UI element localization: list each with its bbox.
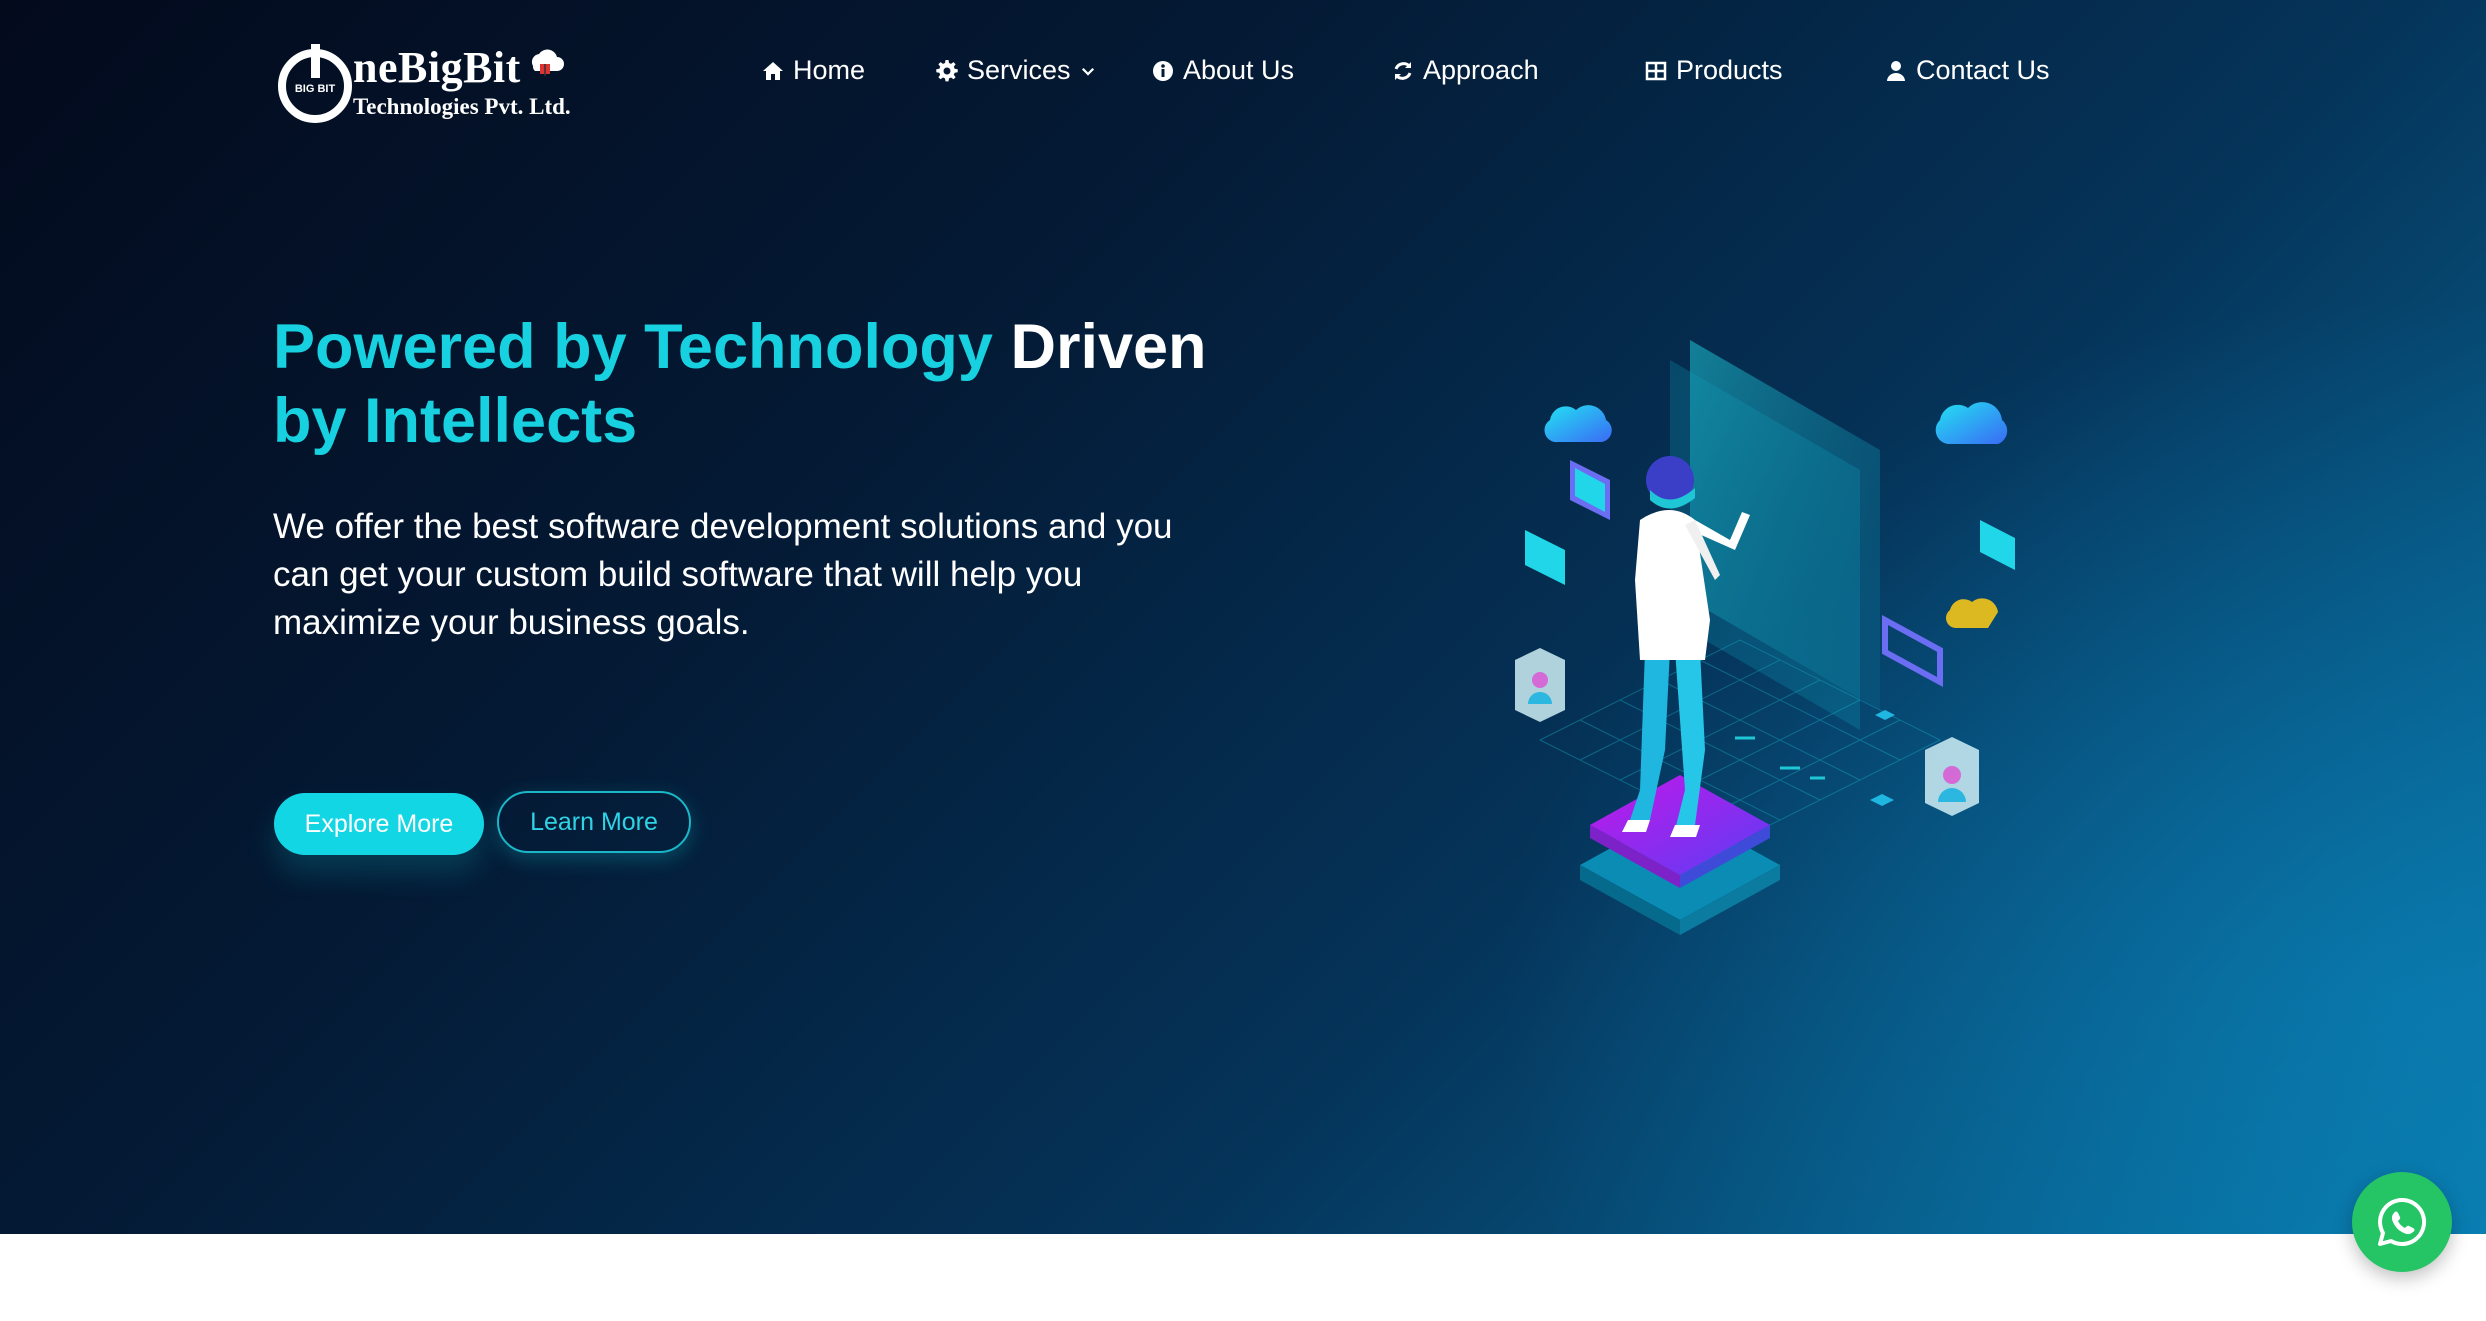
nav-services[interactable]: Services bbox=[935, 55, 1097, 86]
nav-products-label: Products bbox=[1676, 55, 1783, 85]
explore-more-button[interactable]: Explore More bbox=[274, 793, 484, 855]
home-icon bbox=[763, 61, 783, 80]
nav-products[interactable]: Products bbox=[1644, 55, 1783, 86]
nav-home-label: Home bbox=[793, 55, 866, 85]
whatsapp-icon bbox=[2378, 1197, 2427, 1246]
hero-lead: We offer the best software development s… bbox=[273, 507, 1173, 642]
nav-contact-label: Contact Us bbox=[1916, 55, 2050, 85]
nav-approach[interactable]: Approach bbox=[1391, 55, 1539, 86]
nav-approach-label: Approach bbox=[1423, 55, 1539, 85]
cloud-icon bbox=[531, 49, 564, 76]
brand-subtitle: Technologies Pvt. Ltd. bbox=[353, 94, 571, 119]
info-icon bbox=[1153, 60, 1173, 81]
logo-mark-text: BIG BIT bbox=[295, 83, 336, 95]
nav-home[interactable]: Home bbox=[761, 55, 865, 86]
nav-about-label: About Us bbox=[1183, 55, 1295, 85]
nav-about[interactable]: About Us bbox=[1151, 55, 1294, 86]
nav-contact[interactable]: Contact Us bbox=[1884, 55, 2050, 86]
chevron-down-icon bbox=[1081, 67, 1094, 76]
brand-logo[interactable]: BIG BIT neBigBit Technologies Pvt. Ltd. bbox=[275, 28, 585, 128]
refresh-icon bbox=[1394, 61, 1412, 80]
hero-section: BIG BIT neBigBit Technologies Pvt. Ltd. … bbox=[0, 0, 2486, 1234]
hero-headline: Powered by Technology Driven by Intellec… bbox=[273, 310, 1253, 458]
headline-plain: Driven bbox=[1010, 312, 1207, 382]
hero-illustration bbox=[1515, 340, 2015, 935]
whatsapp-button[interactable] bbox=[2352, 1172, 2452, 1272]
learn-more-button[interactable]: Learn More bbox=[497, 791, 691, 853]
brand-name: neBigBit bbox=[353, 43, 521, 92]
headline-accent-2: by Intellects bbox=[273, 386, 638, 456]
gear-icon bbox=[936, 59, 958, 81]
nav-services-label: Services bbox=[967, 55, 1071, 85]
grid-icon bbox=[1645, 61, 1667, 80]
headline-accent-1: Powered by Technology bbox=[273, 312, 993, 382]
user-icon bbox=[1887, 60, 1905, 81]
power-button-icon: BIG BIT bbox=[278, 44, 352, 123]
